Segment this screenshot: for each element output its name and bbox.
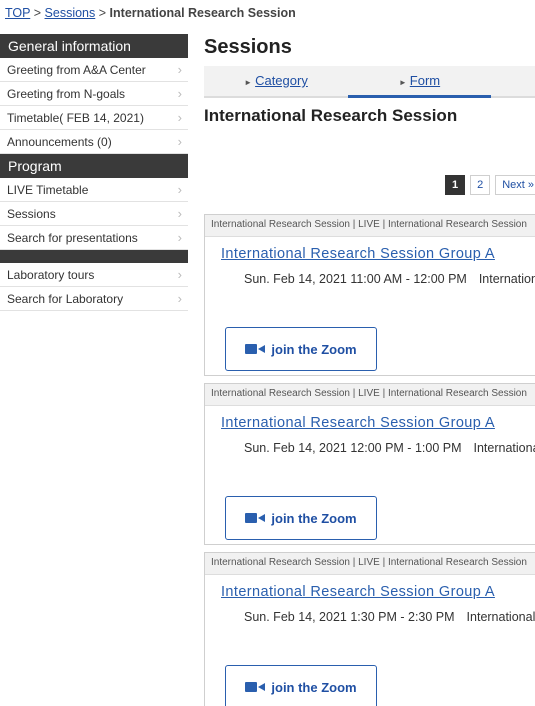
page-title: Sessions [204, 36, 292, 58]
session-category: International Research Session | LIVE | … [205, 215, 535, 237]
sidebar-item-live-timetable[interactable]: LIVE Timetable › [0, 178, 188, 202]
chevron-right-icon: › [177, 62, 182, 77]
breadcrumb: TOP > Sessions > International Research … [5, 6, 296, 20]
join-zoom-label: join the Zoom [271, 679, 357, 695]
sidebar-heading-general: General information [0, 34, 188, 58]
video-camera-icon [245, 513, 266, 523]
session-card: International Research Session | LIVE | … [204, 214, 535, 376]
sidebar-item-greeting-aa-center[interactable]: Greeting from A&A Center › [0, 58, 188, 82]
session-room: International [466, 610, 535, 624]
session-card: International Research Session | LIVE | … [204, 552, 535, 706]
chevron-right-icon: › [177, 182, 182, 197]
sidebar-heading-program: Program [0, 154, 188, 178]
join-zoom-button[interactable]: join the Zoom [225, 327, 377, 371]
chevron-right-icon: › [177, 134, 182, 149]
session-datetime: Sun. Feb 14, 2021 12:00 PM - 1:00 PM [244, 441, 462, 455]
sidebar-item-label: Search for presentations [7, 231, 138, 245]
tab-form[interactable]: ► Form [348, 66, 491, 98]
chevron-right-icon: › [177, 267, 182, 282]
sidebar-item-greeting-n-goals[interactable]: Greeting from N-goals › [0, 82, 188, 106]
session-time: Sun. Feb 14, 2021 11:00 AM - 12:00 PM Int… [205, 272, 535, 286]
join-zoom-label: join the Zoom [271, 341, 357, 357]
next-page-button[interactable]: Next » [495, 175, 535, 195]
session-category: International Research Session | LIVE | … [205, 553, 535, 575]
tab-label: Form [409, 73, 441, 88]
sidebar-item-label: Laboratory tours [7, 268, 95, 282]
session-datetime: Sun. Feb 14, 2021 11:00 AM - 12:00 PM [244, 272, 467, 286]
sidebar-item-label: LIVE Timetable [7, 183, 89, 197]
breadcrumb-separator: > [98, 6, 107, 20]
session-title-link[interactable]: International Research Session Group A [205, 415, 535, 431]
join-zoom-button[interactable]: join the Zoom [225, 496, 377, 540]
sidebar-item-label: Sessions [7, 207, 56, 221]
chevron-right-icon: › [177, 206, 182, 221]
sidebar-item-search-laboratory[interactable]: Search for Laboratory › [0, 287, 188, 311]
breadcrumb-separator: > [33, 6, 42, 20]
tab-category[interactable]: ► Category [204, 66, 348, 98]
section-title: International Research Session [204, 106, 458, 125]
session-datetime: Sun. Feb 14, 2021 1:30 PM - 2:30 PM [244, 610, 455, 624]
session-time: Sun. Feb 14, 2021 1:30 PM - 2:30 PM Inter… [205, 610, 535, 624]
sidebar-item-sessions[interactable]: Sessions › [0, 202, 188, 226]
join-zoom-button[interactable]: join the Zoom [225, 665, 377, 706]
sidebar: General information Greeting from A&A Ce… [0, 34, 188, 311]
triangle-right-icon: ► [244, 78, 253, 87]
sidebar-item-label: Greeting from N-goals [7, 87, 126, 101]
session-card: International Research Session | LIVE | … [204, 383, 535, 545]
chevron-right-icon: › [177, 110, 182, 125]
session-room: International [473, 441, 535, 455]
sidebar-item-announcements[interactable]: Announcements (0) › [0, 130, 188, 154]
sidebar-item-label: Announcements (0) [7, 135, 112, 149]
sidebar-item-laboratory-tours[interactable]: Laboratory tours › [0, 263, 188, 287]
page-2-button[interactable]: 2 [470, 175, 491, 195]
sidebar-item-label: Timetable( FEB 14, 2021) [7, 111, 144, 125]
tab-label: Category [255, 73, 308, 88]
sidebar-item-label: Search for Laboratory [7, 292, 124, 306]
session-time: Sun. Feb 14, 2021 12:00 PM - 1:00 PM Inte… [205, 441, 535, 455]
session-room: International [478, 272, 535, 286]
breadcrumb-top-link[interactable]: TOP [5, 6, 30, 20]
session-category: International Research Session | LIVE | … [205, 384, 535, 406]
session-title-link[interactable]: International Research Session Group A [205, 246, 535, 262]
page-1-button[interactable]: 1 [444, 175, 466, 195]
pagination: 1 2 Next » [444, 175, 535, 195]
join-zoom-label: join the Zoom [271, 510, 357, 526]
sidebar-item-label: Greeting from A&A Center [7, 63, 146, 77]
main-content: Sessions ► Category ► Form International R… [204, 34, 535, 706]
video-camera-icon [245, 682, 266, 692]
chevron-right-icon: › [177, 230, 182, 245]
triangle-right-icon: ► [398, 78, 407, 87]
chevron-right-icon: › [177, 86, 182, 101]
session-title-link[interactable]: International Research Session Group A [205, 584, 535, 600]
breadcrumb-current: International Research Session [109, 6, 296, 20]
breadcrumb-sessions-link[interactable]: Sessions [45, 6, 96, 20]
chevron-right-icon: › [177, 291, 182, 306]
sidebar-heading-blank [0, 250, 188, 263]
tab-bar: ► Category ► Form [204, 66, 535, 98]
sidebar-item-search-presentations[interactable]: Search for presentations › [0, 226, 188, 250]
video-camera-icon [245, 344, 266, 354]
sidebar-item-timetable[interactable]: Timetable( FEB 14, 2021) › [0, 106, 188, 130]
